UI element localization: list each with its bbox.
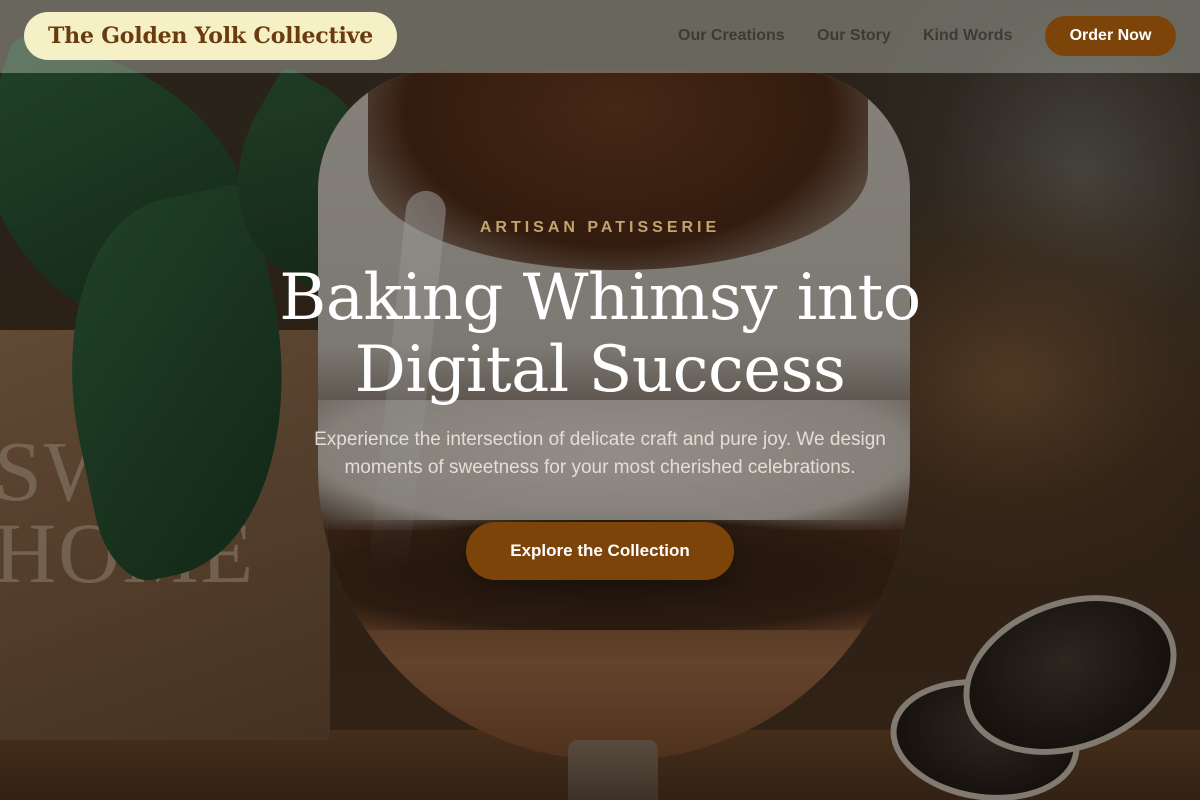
- nav-kind-words[interactable]: Kind Words: [923, 16, 1012, 56]
- hero-headline: Baking Whimsy into Digital Success: [200, 262, 1000, 406]
- brand-name: The Golden Yolk Collective: [48, 23, 373, 49]
- hero-eyebrow: ARTISAN PATISSERIE: [479, 219, 721, 236]
- hero-headline-line-2: Digital Success: [354, 333, 846, 407]
- order-now-button[interactable]: Order Now: [1045, 16, 1176, 56]
- nav-our-story[interactable]: Our Story: [817, 16, 891, 56]
- hero-subtitle: Experience the intersection of delicate …: [260, 426, 940, 482]
- nav-our-creations[interactable]: Our Creations: [678, 16, 785, 56]
- hero-subtitle-line-1: Experience the intersection of delicate …: [314, 429, 886, 450]
- site-header: The Golden Yolk Collective Our Creations…: [0, 0, 1200, 73]
- brand-logo[interactable]: The Golden Yolk Collective: [24, 12, 397, 60]
- hero-subtitle-line-2: moments of sweetness for your most cheri…: [344, 457, 856, 478]
- explore-collection-button[interactable]: Explore the Collection: [466, 522, 734, 580]
- hero-headline-line-1: Baking Whimsy into: [279, 261, 921, 335]
